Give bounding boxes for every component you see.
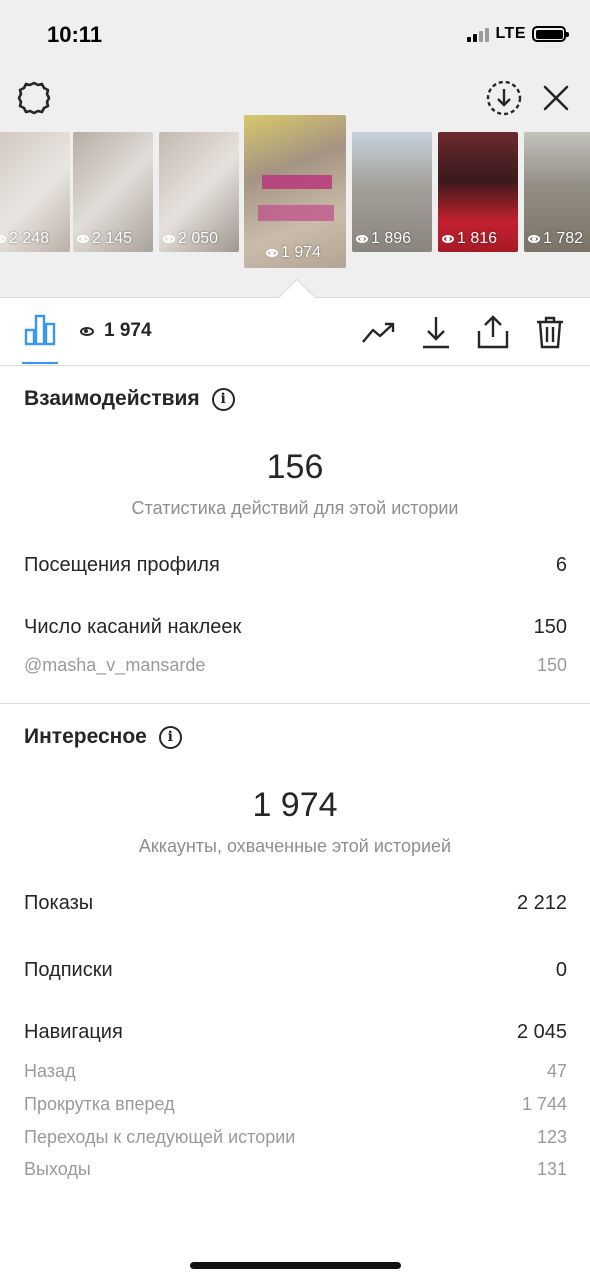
network-label: LTE (495, 25, 526, 42)
story-thumbnail[interactable]: 1 896 (352, 132, 432, 252)
battery-icon (532, 26, 569, 42)
stat-row-exits: Выходы 131 (24, 1159, 567, 1179)
stat-row-sticker-mention: @masha_v_mansarde 150 (24, 655, 567, 675)
story-thumbnail-selected[interactable]: 1 974 (244, 115, 346, 268)
stat-row-sticker-taps: Число касаний наклеек 150 (24, 616, 567, 638)
trend-icon[interactable] (359, 312, 399, 352)
status-bar: 10:11 LTE (0, 0, 590, 70)
eye-icon (528, 235, 540, 243)
thumbnail-views: 2 050 (163, 230, 218, 248)
story-thumbnail[interactable]: 2 248 (0, 132, 70, 252)
settings-icon[interactable] (14, 78, 54, 118)
story-thumbnail[interactable]: 1 816 (438, 132, 518, 252)
stat-row-forward: Прокрутка вперед 1 744 (24, 1094, 567, 1114)
thumbnail-views: 1 896 (356, 230, 411, 248)
home-indicator[interactable] (190, 1262, 401, 1269)
info-icon[interactable]: i (211, 387, 235, 411)
eye-icon (0, 235, 6, 243)
insights-chart-icon[interactable] (22, 312, 58, 348)
stat-row-impressions: Показы 2 212 (24, 892, 567, 914)
stat-row-profile-visits: Посещения профиля 6 (24, 554, 567, 576)
thumbnail-views: 1 974 (266, 244, 321, 262)
eye-icon (163, 235, 175, 243)
stat-row-follows: Подписки 0 (24, 959, 567, 981)
status-right: LTE (467, 25, 569, 43)
eye-icon (80, 326, 94, 336)
thumbnail-views: 2 145 (77, 230, 132, 248)
signal-icon (467, 26, 490, 42)
trash-icon[interactable] (530, 312, 570, 352)
story-thumbnail[interactable]: 2 050 (159, 132, 239, 252)
eye-icon (266, 249, 278, 257)
eye-icon (442, 235, 454, 243)
close-icon[interactable] (536, 78, 576, 118)
story-thumbnails: 2 248 2 145 2 050 1 974 1 896 1 816 1 78… (0, 115, 590, 270)
download-icon[interactable] (416, 312, 456, 352)
section-divider (0, 703, 590, 704)
status-time: 10:11 (47, 22, 103, 47)
reach-subtitle: Аккаунты, охваченные этой историей (138, 836, 452, 856)
insights-tabs: 1 974 (0, 298, 590, 366)
story-thumbnail[interactable]: 1 782 (524, 132, 590, 252)
active-tab-indicator (22, 362, 58, 364)
stat-row-navigation: Навигация 2 045 (24, 1021, 567, 1043)
eye-icon (77, 235, 89, 243)
thumbnail-views: 2 248 (0, 230, 49, 248)
interactions-heading: Взаимодействия i (24, 387, 235, 411)
story-thumbnail[interactable]: 2 145 (73, 132, 153, 252)
save-download-icon[interactable] (484, 78, 524, 118)
discovery-heading: Интересное i (24, 725, 182, 749)
interactions-total: 156 (266, 448, 324, 486)
viewers-count: 1 974 (104, 320, 152, 341)
reach-total: 1 974 (252, 786, 338, 824)
thumbnail-views: 1 816 (442, 230, 497, 248)
share-icon[interactable] (473, 312, 513, 352)
info-icon[interactable]: i (158, 725, 182, 749)
stat-row-next-story: Переходы к следующей истории 123 (24, 1127, 567, 1147)
thumbnail-views: 1 782 (528, 230, 583, 248)
interactions-subtitle: Статистика действий для этой истории (131, 498, 459, 518)
tab-viewers[interactable]: 1 974 (80, 320, 152, 342)
stat-row-back: Назад 47 (24, 1061, 567, 1081)
eye-icon (356, 235, 368, 243)
